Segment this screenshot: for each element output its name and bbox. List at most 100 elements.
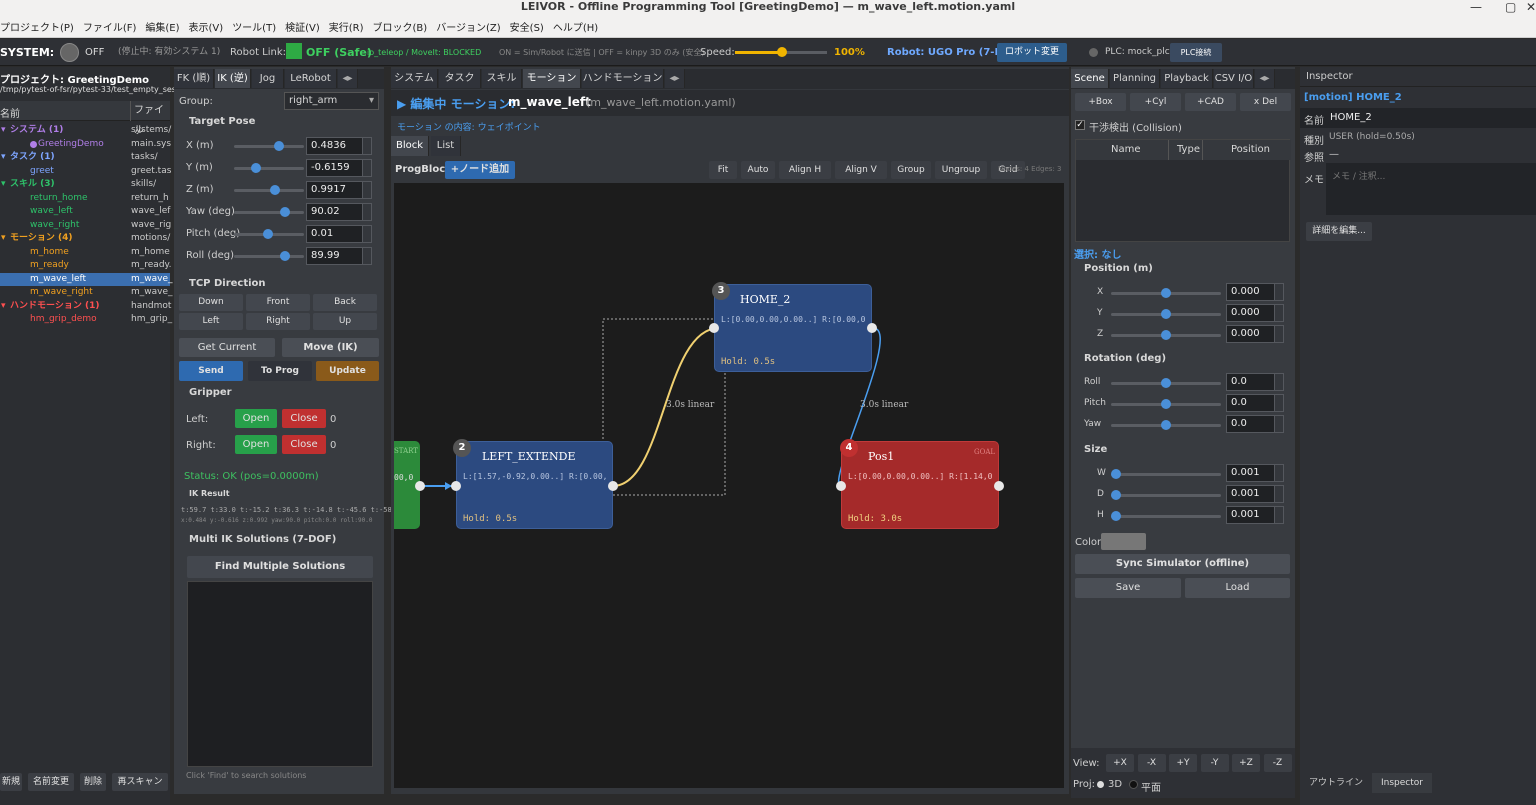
pos-slider[interactable] bbox=[1111, 309, 1221, 319]
tree-row[interactable]: m_home m_home bbox=[0, 246, 170, 259]
sz-slider[interactable] bbox=[1111, 511, 1221, 521]
right-close-button[interactable]: Close bbox=[282, 435, 326, 454]
sz-field-input[interactable]: 0.001 bbox=[1226, 464, 1284, 482]
col-scene-name[interactable]: Name bbox=[1111, 144, 1141, 155]
slider-handle[interactable] bbox=[1111, 490, 1121, 500]
rot-field-input[interactable]: 0.0 bbox=[1226, 415, 1284, 433]
speed-slider-handle[interactable] bbox=[777, 47, 787, 57]
ik-tab-0[interactable]: FK (順) bbox=[174, 69, 214, 88]
menu-item-6[interactable]: 実行(R) bbox=[329, 20, 364, 37]
pose-field-input[interactable]: 0.01 bbox=[306, 225, 372, 243]
tree-row[interactable]: GreetingDemo main.sys bbox=[0, 138, 171, 151]
tcp-back-button[interactable]: Back bbox=[313, 294, 377, 311]
view-+X-button[interactable]: +X bbox=[1106, 754, 1134, 772]
left-open-button[interactable]: Open bbox=[235, 409, 277, 428]
menu-item-10[interactable]: ヘルプ(H) bbox=[553, 20, 598, 37]
pose-field-input[interactable]: 0.9917 bbox=[306, 181, 372, 199]
tool-auto-button[interactable]: Auto bbox=[741, 161, 775, 179]
minimize-icon[interactable]: — bbox=[1470, 0, 1482, 14]
tcp-right-button[interactable]: Right bbox=[246, 313, 310, 330]
pose-field-input[interactable]: 89.99 bbox=[306, 247, 372, 265]
pos-field-input[interactable]: 0.000 bbox=[1226, 283, 1284, 301]
slider-handle[interactable] bbox=[1161, 378, 1171, 388]
col-scene-type[interactable]: Type bbox=[1168, 140, 1200, 160]
rot-slider[interactable] bbox=[1111, 378, 1221, 388]
menu-item-1[interactable]: ファイル(F) bbox=[83, 20, 137, 37]
editor-tab-1[interactable]: タスク bbox=[439, 69, 481, 88]
tree-row[interactable]: m_wave_left m_wave_ bbox=[0, 272, 173, 286]
tcp-up-button[interactable]: Up bbox=[313, 313, 377, 330]
scene-button-2[interactable]: +CAD bbox=[1185, 93, 1236, 111]
ik-tab-3[interactable]: LeRobot bbox=[285, 69, 337, 88]
new-button[interactable]: 新規 bbox=[0, 773, 22, 791]
expand-arrow-icon[interactable]: ▾ bbox=[1, 232, 6, 245]
pose-slider[interactable] bbox=[234, 141, 304, 151]
pose-slider[interactable] bbox=[234, 251, 304, 261]
tab-block[interactable]: Block bbox=[391, 136, 429, 156]
slider-handle[interactable] bbox=[1161, 420, 1171, 430]
slider-handle[interactable] bbox=[1161, 309, 1171, 319]
view-+Z-button[interactable]: +Z bbox=[1232, 754, 1260, 772]
sync-simulator-button[interactable]: Sync Simulator (offline) bbox=[1075, 554, 1290, 574]
system-toggle-icon[interactable] bbox=[60, 43, 79, 62]
menu-item-2[interactable]: 編集(E) bbox=[145, 20, 179, 37]
slider-handle[interactable] bbox=[280, 207, 291, 217]
scene-load-button[interactable]: Load bbox=[1185, 578, 1290, 598]
node-4-in-port[interactable] bbox=[836, 481, 846, 491]
node-start-out-port[interactable] bbox=[415, 481, 425, 491]
tcp-left-button[interactable]: Left bbox=[179, 313, 243, 330]
scene-tab-1[interactable]: Planning bbox=[1110, 69, 1160, 88]
speed-slider[interactable] bbox=[735, 47, 827, 57]
ik-tab-1[interactable]: IK (逆) bbox=[215, 69, 251, 88]
col-scene-position[interactable]: Position bbox=[1202, 140, 1270, 160]
pos-slider[interactable] bbox=[1111, 288, 1221, 298]
pose-field-input[interactable]: 0.4836 bbox=[306, 137, 372, 155]
slider-handle[interactable] bbox=[1111, 469, 1121, 479]
slider-handle[interactable] bbox=[280, 251, 291, 261]
rescan-button[interactable]: 再スキャン bbox=[112, 773, 168, 791]
tool-ungroup-button[interactable]: Ungroup bbox=[935, 161, 987, 179]
view--Z-button[interactable]: -Z bbox=[1263, 754, 1292, 772]
view-+Y-button[interactable]: +Y bbox=[1169, 754, 1197, 772]
edit-details-button[interactable]: 詳細を編集... bbox=[1306, 222, 1372, 241]
editor-tab-3[interactable]: モーション bbox=[523, 69, 581, 88]
graph-canvas[interactable]: 3.0s linear 3.0s linear START 00,0 LEFT_… bbox=[394, 183, 1064, 788]
col-name[interactable]: 名前 bbox=[0, 105, 20, 120]
slider-handle[interactable] bbox=[273, 141, 284, 151]
delete-button[interactable]: 削除 bbox=[80, 773, 106, 791]
scene-tab-3[interactable]: CSV I/O bbox=[1214, 69, 1254, 88]
tool-align-v-button[interactable]: Align V bbox=[835, 161, 887, 179]
slider-handle[interactable] bbox=[1161, 288, 1171, 298]
menu-item-7[interactable]: ブロック(B) bbox=[373, 20, 428, 37]
tree-row[interactable]: m_ready m_ready. bbox=[0, 259, 171, 272]
node-2-out-port[interactable] bbox=[608, 481, 618, 491]
slider-handle[interactable] bbox=[263, 229, 274, 239]
sz-slider[interactable] bbox=[1111, 490, 1221, 500]
pose-field-input[interactable]: -0.6159 bbox=[306, 159, 372, 177]
slider-handle[interactable] bbox=[250, 163, 261, 173]
scene-tab-2[interactable]: Playback bbox=[1161, 69, 1213, 88]
rot-slider[interactable] bbox=[1111, 399, 1221, 409]
menu-item-3[interactable]: 表示(V) bbox=[189, 20, 224, 37]
scene-save-button[interactable]: Save bbox=[1075, 578, 1181, 598]
ik-tab-2[interactable]: Jog bbox=[252, 69, 284, 88]
send-button[interactable]: Send bbox=[179, 361, 243, 381]
right-open-button[interactable]: Open bbox=[235, 435, 277, 454]
solutions-list[interactable] bbox=[187, 581, 373, 767]
view--X-button[interactable]: -X bbox=[1137, 754, 1166, 772]
tree-row[interactable]: ▾ モーション (4) motions/ bbox=[0, 232, 170, 245]
menu-item-8[interactable]: バージョン(Z) bbox=[436, 20, 500, 37]
expand-arrow-icon[interactable]: ▾ bbox=[1, 124, 6, 137]
robot-link-toggle-icon[interactable] bbox=[286, 43, 302, 59]
tcp-front-button[interactable]: Front bbox=[246, 294, 310, 311]
tool-align-h-button[interactable]: Align H bbox=[779, 161, 831, 179]
node-left-extended[interactable]: LEFT_EXTENDE L:[1.57,-0.92,0.00..] R:[0.… bbox=[456, 441, 613, 529]
node-home-2[interactable]: HOME_2 L:[0.00,0.00,0.00..] R:[0.00,0 Ho… bbox=[714, 284, 872, 372]
left-close-button[interactable]: Close bbox=[282, 409, 326, 428]
node-3-out-port[interactable] bbox=[867, 323, 877, 333]
slider-handle[interactable] bbox=[1161, 330, 1171, 340]
update-button[interactable]: Update bbox=[316, 361, 379, 381]
robot-change-button[interactable]: ロボット変更 bbox=[997, 43, 1067, 62]
tool-group-button[interactable]: Group bbox=[891, 161, 931, 179]
get-current-button[interactable]: Get Current bbox=[179, 338, 275, 357]
